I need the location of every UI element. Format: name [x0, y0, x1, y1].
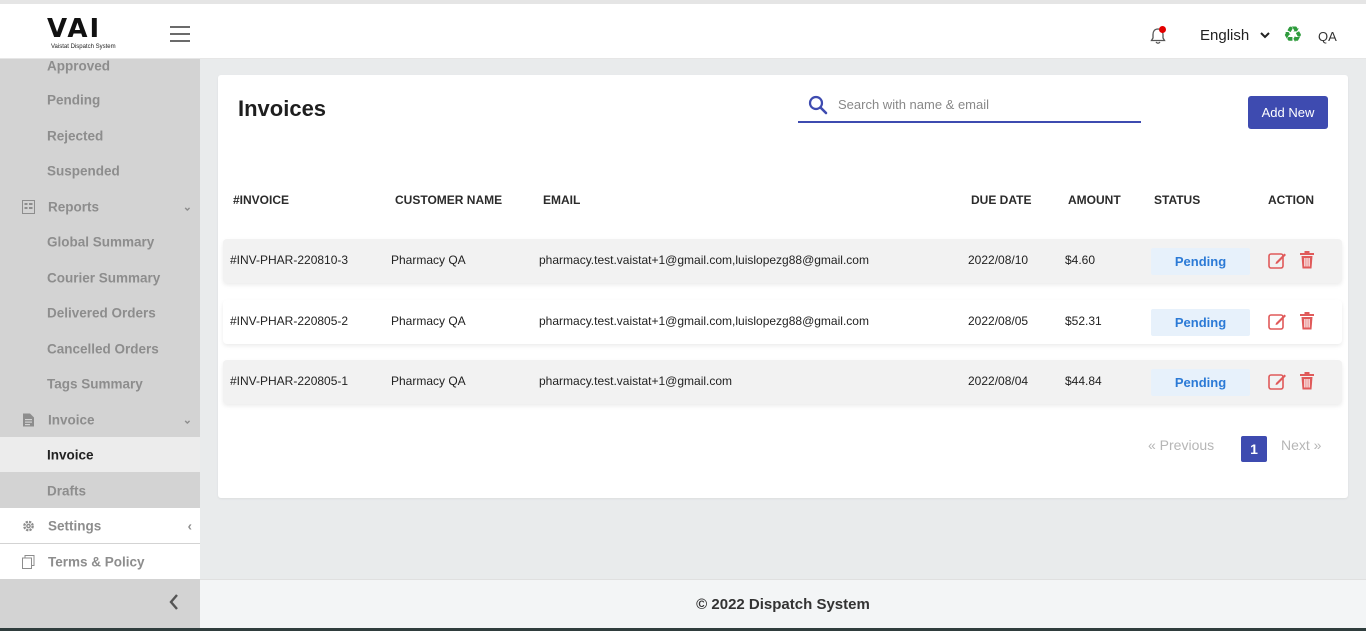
sidebar-item-global-summary[interactable]: Global Summary	[0, 224, 200, 259]
terms-icon	[22, 554, 35, 569]
column-header-action: ACTION	[1268, 193, 1314, 207]
logo-mark: VAI	[47, 14, 102, 44]
column-header-customer: CUSTOMER NAME	[395, 193, 503, 207]
sidebar-item-suspended[interactable]: Suspended	[0, 153, 200, 188]
customer-name: Pharmacy QA	[391, 253, 466, 267]
sidebar-item-label: Approved	[47, 58, 111, 73]
chevron-down-icon: ⌄	[182, 201, 192, 213]
sidebar-item-label: Settings	[48, 518, 102, 533]
sidebar-item-label: Invoice	[47, 447, 94, 462]
notification-bell-icon[interactable]	[1148, 26, 1168, 46]
search-box[interactable]	[798, 91, 1141, 123]
column-header-email: EMAIL	[543, 193, 581, 207]
collapse-sidebar-icon[interactable]	[168, 593, 180, 611]
status-badge: Pending	[1151, 369, 1250, 396]
column-header-status: STATUS	[1154, 193, 1201, 207]
status-badge: Pending	[1151, 248, 1250, 275]
sidebar: Approved Pending Rejected Suspended Repo…	[0, 58, 200, 631]
sidebar-section-invoice[interactable]: Invoice ⌄	[0, 402, 200, 437]
chevron-left-icon: ‹	[187, 518, 192, 533]
hamburger-menu-icon[interactable]	[170, 26, 190, 42]
footer: © 2022 Dispatch System	[200, 579, 1366, 631]
sidebar-item-invoice[interactable]: Invoice	[0, 437, 200, 472]
column-header-invoice: #INVOICE	[233, 193, 290, 207]
pagination-current-page[interactable]: 1	[1241, 436, 1267, 462]
sidebar-item-label: Drafts	[47, 483, 87, 498]
search-icon	[808, 95, 828, 115]
report-icon	[22, 199, 35, 214]
table-row[interactable]: #INV-PHAR-220805-1 Pharmacy QA pharmacy.…	[223, 360, 1342, 404]
sidebar-item-label: Suspended	[47, 163, 120, 178]
delete-icon[interactable]	[1299, 312, 1315, 330]
sidebar-item-label: Invoice	[48, 412, 95, 427]
due-date: 2022/08/05	[968, 314, 1029, 328]
amount: $44.84	[1065, 374, 1102, 388]
customer-email: pharmacy.test.vaistat+1@gmail.com	[539, 374, 733, 388]
top-bar: VAI Vaistat Dispatch System English ♻ QA	[0, 0, 1366, 59]
sidebar-item-label: Cancelled Orders	[47, 341, 159, 356]
invoice-doc-icon	[23, 413, 34, 426]
customer-name: Pharmacy QA	[391, 374, 466, 388]
sidebar-item-drafts[interactable]: Drafts	[0, 473, 200, 508]
recycle-icon: ♻	[1283, 22, 1303, 47]
sidebar-item-label: Courier Summary	[47, 270, 161, 285]
edit-icon[interactable]	[1268, 372, 1287, 391]
column-header-due-date: DUE DATE	[971, 193, 1032, 207]
language-selector[interactable]: English	[1200, 27, 1249, 44]
invoice-number: #INV-PHAR-220810-3	[230, 253, 349, 267]
sidebar-item-label: Pending	[47, 92, 101, 107]
delete-icon[interactable]	[1299, 372, 1315, 390]
sidebar-item-label: Rejected	[47, 128, 104, 143]
sidebar-item-label: Delivered Orders	[47, 305, 156, 320]
chevron-down-icon[interactable]	[1259, 30, 1271, 40]
sidebar-section-reports[interactable]: Reports ⌄	[0, 189, 200, 224]
chevron-down-icon: ⌄	[182, 414, 192, 426]
table-row[interactable]: #INV-PHAR-220805-2 Pharmacy QA pharmacy.…	[223, 300, 1342, 344]
pagination-previous[interactable]: « Previous	[1148, 437, 1214, 453]
pagination-next[interactable]: Next »	[1281, 437, 1321, 453]
status-badge: Pending	[1151, 309, 1250, 336]
invoices-card: Invoices Add New #INVOICE CUSTOMER NAME …	[218, 75, 1348, 498]
invoice-number: #INV-PHAR-220805-1	[230, 374, 349, 388]
customer-name: Pharmacy QA	[391, 314, 466, 328]
sidebar-item-label: Global Summary	[47, 234, 155, 249]
sidebar-item-tags-summary[interactable]: Tags Summary	[0, 366, 200, 401]
amount: $52.31	[1065, 314, 1102, 328]
invoice-number: #INV-PHAR-220805-2	[230, 314, 349, 328]
sidebar-item-label: Reports	[48, 199, 100, 214]
sidebar-item-label: Tags Summary	[47, 376, 143, 391]
sidebar-item-approved[interactable]: Approved	[0, 48, 200, 83]
sidebar-item-courier-summary[interactable]: Courier Summary	[0, 260, 200, 295]
user-name[interactable]: QA	[1318, 29, 1337, 44]
due-date: 2022/08/10	[968, 253, 1029, 267]
notification-dot	[1159, 26, 1166, 33]
edit-icon[interactable]	[1268, 312, 1287, 331]
footer-copyright: © 2022 Dispatch System	[696, 596, 870, 613]
page-title: Invoices	[238, 96, 327, 121]
gear-icon	[23, 520, 34, 531]
sidebar-item-cancelled-orders[interactable]: Cancelled Orders	[0, 331, 200, 366]
search-input[interactable]	[838, 97, 1128, 112]
sidebar-item-rejected[interactable]: Rejected	[0, 118, 200, 153]
delete-icon[interactable]	[1299, 251, 1315, 269]
sidebar-section-settings[interactable]: Settings ‹	[0, 508, 200, 543]
sidebar-item-label: Terms & Policy	[48, 554, 145, 569]
due-date: 2022/08/04	[968, 374, 1029, 388]
customer-email: pharmacy.test.vaistat+1@gmail.com,luislo…	[539, 253, 869, 267]
sidebar-item-delivered-orders[interactable]: Delivered Orders	[0, 295, 200, 330]
amount: $4.60	[1065, 253, 1096, 267]
add-new-button[interactable]: Add New	[1248, 96, 1328, 129]
column-header-amount: AMOUNT	[1068, 193, 1121, 207]
sidebar-item-pending[interactable]: Pending	[0, 82, 200, 117]
table-row[interactable]: #INV-PHAR-220810-3 Pharmacy QA pharmacy.…	[223, 239, 1342, 283]
edit-icon[interactable]	[1268, 251, 1287, 270]
sidebar-section-terms[interactable]: Terms & Policy	[0, 544, 200, 579]
customer-email: pharmacy.test.vaistat+1@gmail.com,luislo…	[539, 314, 869, 328]
